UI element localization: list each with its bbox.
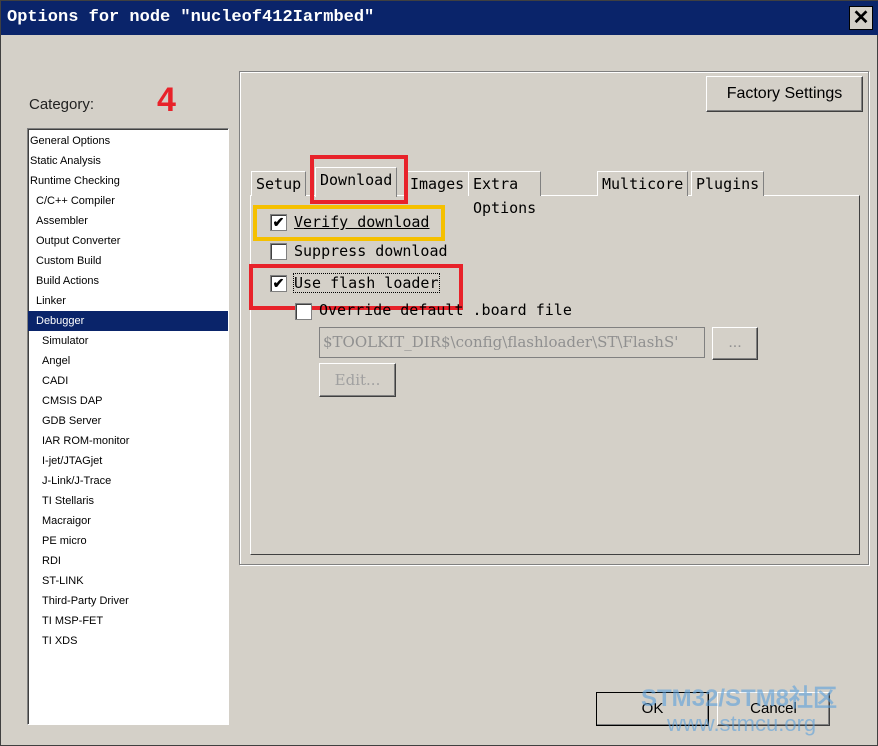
edit-button[interactable]: Edit... xyxy=(319,363,396,397)
board-path-input[interactable]: $TOOLKIT_DIR$\config\flashloader\ST\Flas… xyxy=(319,327,705,358)
category-item[interactable]: TI MSP-FET xyxy=(28,611,228,631)
tab-setup[interactable]: Setup xyxy=(251,171,307,196)
category-item[interactable]: Output Converter xyxy=(28,231,228,251)
title-bar: Options for node "nucleof412Iarmbed" ✕ xyxy=(1,1,878,35)
category-item[interactable]: Custom Build xyxy=(28,251,228,271)
suppress-download-label[interactable]: Suppress download xyxy=(294,242,448,260)
close-button[interactable]: ✕ xyxy=(849,6,873,30)
category-item[interactable]: Runtime Checking xyxy=(28,171,228,191)
category-item[interactable]: CADI xyxy=(28,371,228,391)
category-item[interactable]: Linker xyxy=(28,291,228,311)
browse-button[interactable]: ... xyxy=(712,327,758,360)
category-item[interactable]: Static Analysis xyxy=(28,151,228,171)
category-item[interactable]: Simulator xyxy=(28,331,228,351)
category-item[interactable]: J-Link/J-Trace xyxy=(28,471,228,491)
category-item[interactable]: Macraigor xyxy=(28,511,228,531)
tab-extra-options[interactable]: Extra Options xyxy=(468,171,542,217)
category-item[interactable]: ST-LINK xyxy=(28,571,228,591)
verify-highlight xyxy=(253,205,445,241)
category-item[interactable]: CMSIS DAP xyxy=(28,391,228,411)
category-list[interactable]: General Options Static Analysis Runtime Ch… xyxy=(27,128,229,725)
category-item[interactable]: I-jet/JTAGjet xyxy=(28,451,228,471)
category-item[interactable]: Assembler xyxy=(28,211,228,231)
override-board-checkbox[interactable] xyxy=(295,303,312,320)
tab-multicore[interactable]: Multicore xyxy=(597,171,689,196)
category-item[interactable]: C/C++ Compiler xyxy=(28,191,228,211)
tab-images[interactable]: Images xyxy=(405,171,470,196)
category-item[interactable]: Build Actions xyxy=(28,271,228,291)
step-annotation: 4 xyxy=(157,81,176,119)
category-item[interactable]: TI XDS xyxy=(28,631,228,651)
category-label: Category: xyxy=(29,96,95,113)
window-title: Options for node "nucleof412Iarmbed" xyxy=(7,8,375,27)
category-item[interactable]: Angel xyxy=(28,351,228,371)
category-item[interactable]: TI Stellaris xyxy=(28,491,228,511)
category-item[interactable]: PE micro xyxy=(28,531,228,551)
watermark-url: www.stmcu.org xyxy=(667,711,817,736)
category-item[interactable]: Debugger xyxy=(28,311,228,331)
category-item[interactable]: Third-Party Driver xyxy=(28,591,228,611)
override-board-label[interactable]: Override default .board file xyxy=(319,301,572,319)
category-item[interactable]: RDI xyxy=(28,551,228,571)
category-item[interactable]: GDB Server xyxy=(28,411,228,431)
suppress-download-checkbox[interactable] xyxy=(270,243,287,260)
category-item[interactable]: IAR ROM-monitor xyxy=(28,431,228,451)
factory-settings-button[interactable]: Factory Settings xyxy=(706,76,863,112)
watermark-text: STM32/STM8社区 xyxy=(641,685,838,712)
tab-plugins[interactable]: Plugins xyxy=(691,171,765,196)
download-tab-highlight xyxy=(310,155,408,204)
category-item[interactable]: General Options xyxy=(28,131,228,151)
